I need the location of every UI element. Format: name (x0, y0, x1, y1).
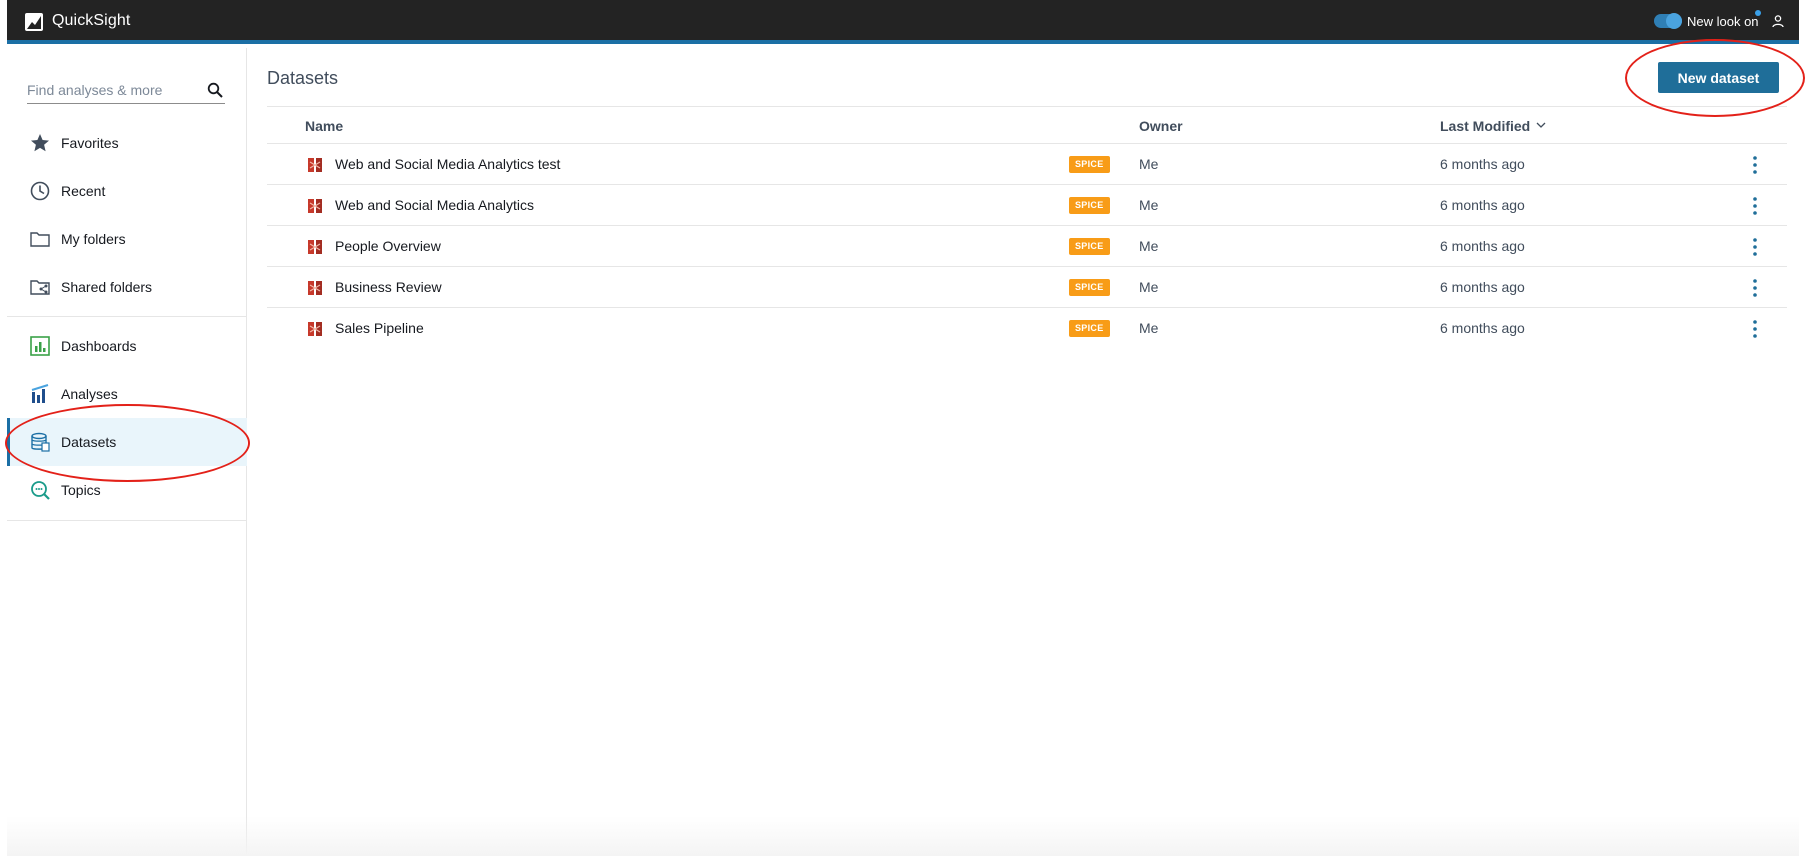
table-row[interactable]: Web and Social Media Analytics test SPIC… (267, 144, 1787, 185)
clock-icon (29, 180, 51, 202)
shared-folder-icon (29, 276, 51, 298)
analyses-icon (29, 383, 51, 405)
sidebar-item-label: Recent (61, 183, 106, 199)
user-icon[interactable] (1771, 14, 1785, 28)
search-box (27, 78, 225, 104)
bottom-shadow (7, 816, 1799, 856)
more-options-icon[interactable] (1747, 154, 1763, 176)
dataset-type-icon (308, 199, 322, 213)
top-bar: QuickSight New look on (7, 0, 1799, 44)
column-header-name[interactable]: Name (305, 118, 343, 134)
table-row[interactable]: Business Review SPICE Me 6 months ago (267, 267, 1787, 308)
dataset-last-modified: 6 months ago (1440, 197, 1525, 213)
sidebar: Favorites Recent My folders Shared folde… (7, 48, 247, 856)
dataset-last-modified: 6 months ago (1440, 279, 1525, 295)
dataset-owner: Me (1139, 197, 1159, 213)
star-icon (29, 132, 51, 154)
dataset-name[interactable]: Business Review (335, 279, 442, 295)
new-look-toggle[interactable] (1654, 13, 1682, 29)
spice-badge: SPICE (1069, 320, 1110, 337)
table-header: Name Owner Last Modified (267, 106, 1787, 144)
folder-icon (29, 228, 51, 250)
sort-chevron-down-icon[interactable] (1536, 120, 1546, 130)
dataset-name[interactable]: Web and Social Media Analytics test (335, 156, 560, 172)
dataset-type-icon (308, 281, 322, 295)
notification-dot (1755, 10, 1761, 16)
quicksight-logo-icon[interactable] (25, 13, 43, 31)
sidebar-item-label: Datasets (61, 434, 117, 450)
more-options-icon[interactable] (1747, 277, 1763, 299)
sidebar-item-my-folders[interactable]: My folders (7, 215, 247, 263)
spice-badge: SPICE (1069, 197, 1110, 214)
spice-badge: SPICE (1069, 156, 1110, 173)
sidebar-item-analyses[interactable]: Analyses (7, 370, 247, 418)
dataset-name[interactable]: People Overview (335, 238, 441, 254)
sidebar-divider (7, 520, 247, 521)
sidebar-item-label: Analyses (61, 386, 118, 402)
sidebar-item-label: Topics (61, 482, 101, 498)
column-header-owner[interactable]: Owner (1139, 118, 1183, 134)
app-frame: QuickSight New look on Favorites (7, 0, 1799, 856)
topics-icon (29, 479, 51, 501)
table-row[interactable]: Sales Pipeline SPICE Me 6 months ago (267, 308, 1787, 349)
dataset-last-modified: 6 months ago (1440, 156, 1525, 172)
sidebar-item-datasets[interactable]: Datasets (7, 418, 247, 466)
sidebar-item-recent[interactable]: Recent (7, 167, 247, 215)
new-dataset-button[interactable]: New dataset (1658, 62, 1779, 93)
table-row[interactable]: People Overview SPICE Me 6 months ago (267, 226, 1787, 267)
sidebar-item-label: Dashboards (61, 338, 137, 354)
spice-badge: SPICE (1069, 238, 1110, 255)
sidebar-divider (7, 316, 247, 317)
column-header-label: Last Modified (1440, 118, 1531, 134)
sidebar-item-shared-folders[interactable]: Shared folders (7, 263, 247, 311)
app-title[interactable]: QuickSight (52, 12, 130, 30)
sidebar-item-label: Shared folders (61, 279, 153, 295)
search-input[interactable] (27, 78, 197, 102)
spice-badge: SPICE (1069, 279, 1110, 296)
dataset-owner: Me (1139, 279, 1159, 295)
dataset-name[interactable]: Sales Pipeline (335, 320, 424, 336)
sidebar-item-label: My folders (61, 231, 126, 247)
dataset-type-icon (308, 322, 322, 336)
dataset-last-modified: 6 months ago (1440, 320, 1525, 336)
dataset-type-icon (308, 240, 322, 254)
new-look-label: New look on (1687, 14, 1759, 29)
dataset-name[interactable]: Web and Social Media Analytics (335, 197, 534, 213)
table-row[interactable]: Web and Social Media Analytics SPICE Me … (267, 185, 1787, 226)
more-options-icon[interactable] (1747, 195, 1763, 217)
dataset-type-icon (308, 158, 322, 172)
column-header-last-modified[interactable]: Last Modified (1440, 118, 1546, 134)
search-icon[interactable] (207, 82, 223, 98)
datasets-table: Name Owner Last Modified Web and Social … (267, 106, 1787, 349)
dataset-last-modified: 6 months ago (1440, 238, 1525, 254)
sidebar-item-label: Favorites (61, 135, 119, 151)
dataset-owner: Me (1139, 238, 1159, 254)
dataset-icon (29, 431, 51, 453)
dataset-owner: Me (1139, 156, 1159, 172)
sidebar-item-dashboards[interactable]: Dashboards (7, 322, 247, 370)
sidebar-item-favorites[interactable]: Favorites (7, 119, 247, 167)
more-options-icon[interactable] (1747, 236, 1763, 258)
page-title: Datasets (267, 68, 339, 88)
sidebar-item-topics[interactable]: Topics (7, 466, 247, 514)
dashboard-icon (29, 335, 51, 357)
more-options-icon[interactable] (1747, 318, 1763, 340)
dataset-owner: Me (1139, 320, 1159, 336)
